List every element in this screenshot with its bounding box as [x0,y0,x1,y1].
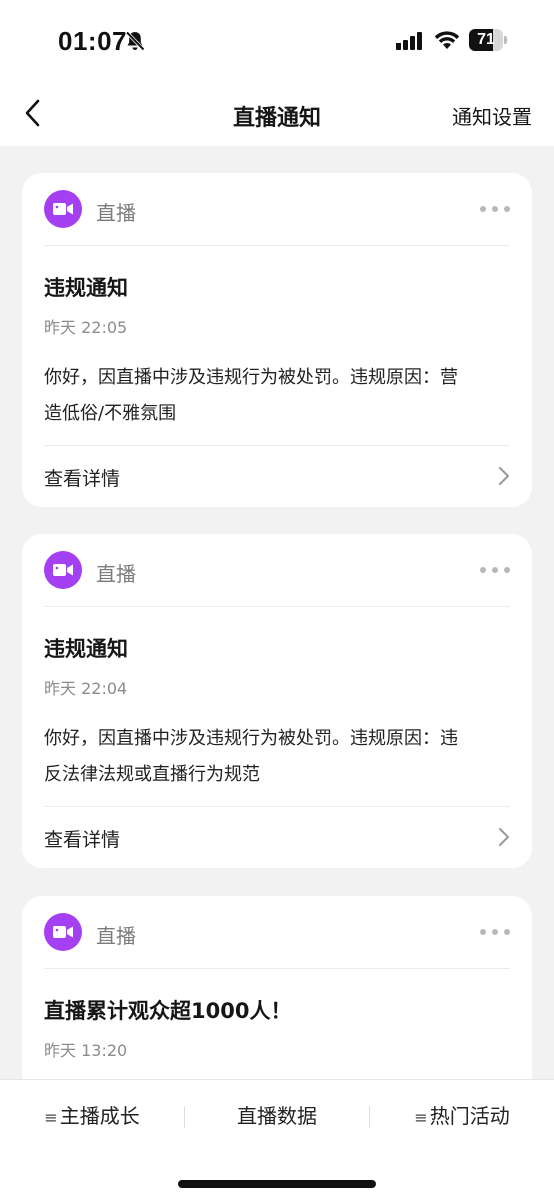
nav-bar: 直播通知 通知设置 [0,80,554,146]
channel-name: 直播 [96,201,136,225]
live-channel-avatar [44,913,82,951]
signal-icon [396,32,422,50]
chevron-right-icon [499,467,509,485]
notification-time: 昨天 22:05 [44,318,128,337]
channel-name: 直播 [96,924,136,948]
divider [44,606,510,607]
notification-settings-button[interactable]: 通知设置 [452,101,532,130]
bell-slash-icon [125,31,145,51]
divider [44,445,510,446]
tab-anchor-growth[interactable]: ≡ 主播成长 [0,1080,184,1152]
status-time: 01:07 [58,26,127,56]
notification-title: 直播累计观众超1000人！ [44,999,292,1023]
card-header: 直播 [22,896,532,968]
battery-icon: 71 [469,29,507,51]
notification-time: 昨天 13:20 [44,1041,128,1060]
notification-title: 违规通知 [44,637,128,661]
menu-icon: ≡ [414,1108,428,1127]
view-details-row[interactable]: 查看详情 [22,806,532,868]
tab-label: 主播成长 [59,1104,140,1128]
notification-card: 直播 违规通知 昨天 22:04 你好，因直播中涉及违规行为被处罚。违规原因：违… [22,534,532,868]
notification-body: 你好，因直播中涉及违规行为被处罚。违规原因：营 造低俗/不雅氛围 [44,360,510,432]
notification-body-line: 你好，因直播中涉及违规行为被处罚。违规原因：营 [44,367,458,388]
tab-live-data[interactable]: 直播数据 [185,1080,369,1152]
home-indicator[interactable] [178,1180,376,1188]
tab-hot-events[interactable]: ≡ 热门活动 [370,1080,554,1152]
notification-body-line: 反法律法规或直播行为规范 [44,764,260,785]
video-camera-icon [53,926,73,938]
view-details-row[interactable]: 查看详情 [22,445,532,507]
live-channel-avatar [44,551,82,589]
live-channel-avatar [44,190,82,228]
view-details-label: 查看详情 [44,829,121,851]
tab-label: 直播数据 [237,1104,317,1128]
menu-icon: ≡ [44,1108,58,1127]
notification-card: 直播 违规通知 昨天 22:05 你好，因直播中涉及违规行为被处罚。违规原因：营… [22,173,532,507]
more-options-icon[interactable] [478,564,512,576]
view-details-label: 查看详情 [44,468,121,490]
notification-body-line: 造低俗/不雅氛围 [44,403,177,424]
tab-label: 热门活动 [429,1104,510,1128]
video-camera-icon [53,203,73,215]
more-options-icon[interactable] [478,203,512,215]
divider [44,968,510,969]
divider [44,806,510,807]
wifi-icon [434,31,460,49]
notification-body-line: 你好，因直播中涉及违规行为被处罚。违规原因：违 [44,728,458,749]
battery-percent: 71 [477,31,495,48]
divider [44,245,510,246]
chevron-right-icon [499,828,509,846]
notification-card: 直播 直播累计观众超1000人！ 昨天 13:20 [22,896,532,1096]
notification-body: 你好，因直播中涉及违规行为被处罚。违规原因：违 反法律法规或直播行为规范 [44,721,510,793]
card-header: 直播 [22,173,532,245]
status-bar: 01:07 71 [0,0,554,80]
more-options-icon[interactable] [478,926,512,938]
channel-name: 直播 [96,562,136,586]
notification-time: 昨天 22:04 [44,679,128,698]
card-header: 直播 [22,534,532,606]
notification-title: 违规通知 [44,276,128,300]
video-camera-icon [53,564,73,576]
